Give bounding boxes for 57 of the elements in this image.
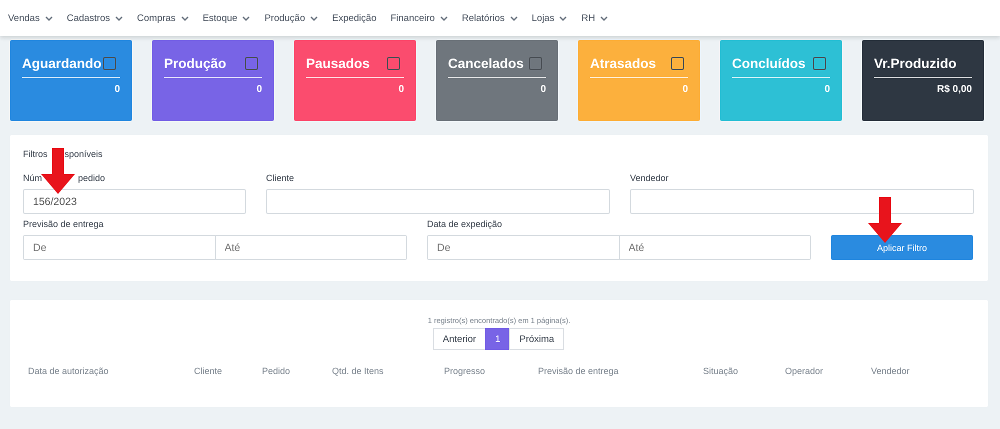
pagination-button[interactable]: Anterior	[432, 328, 486, 350]
order-number-field[interactable]: 156/2023	[23, 189, 246, 214]
card-value: 0	[398, 84, 404, 95]
field-label: Cliente	[266, 173, 296, 183]
nav-menu-item[interactable]: Estoque	[202, 12, 250, 24]
nav-menu-item[interactable]: Produção	[264, 12, 318, 24]
annotation-arrow-icon	[868, 197, 902, 243]
nav-menu-item[interactable]: Relatórios	[462, 12, 518, 24]
panel-title: sponíveis	[64, 149, 103, 159]
column-header: Operador	[785, 366, 824, 376]
nav-menu-item[interactable]: Vendas	[8, 12, 53, 24]
column-header: Situação	[703, 366, 740, 376]
pagination-button[interactable]: 1	[485, 328, 510, 350]
card-title: Vr.Produzido	[874, 56, 957, 70]
nav-menu-item[interactable]: Compras	[137, 12, 189, 24]
field-label: Vendedor	[630, 173, 670, 183]
card-title: Produção	[164, 56, 226, 70]
nav-menu-item[interactable]: Lojas	[532, 12, 568, 24]
card-value: 0	[824, 84, 830, 95]
field-label: pedido	[78, 173, 106, 183]
nav-menu-item[interactable]: RH	[581, 12, 608, 24]
card-title: Cancelados	[448, 56, 524, 70]
checkbox[interactable]	[387, 56, 400, 70]
seller-field[interactable]	[630, 189, 974, 214]
nav-menu-item[interactable]: Financeiro	[390, 12, 448, 24]
card-title: Atrasados	[590, 56, 656, 70]
card-title: Pausados	[306, 56, 370, 70]
nav-menu-item[interactable]: Expedição	[332, 12, 376, 24]
card-value: 0	[256, 84, 262, 95]
date-range-field[interactable]: De Até	[23, 235, 407, 260]
date-range-field[interactable]: De Até	[427, 235, 811, 260]
panel-title: Filtros	[23, 149, 48, 159]
checkbox[interactable]	[245, 56, 258, 70]
card-title: Aguardando	[22, 56, 102, 70]
checkbox[interactable]	[813, 56, 826, 70]
field-label: Núm	[23, 173, 42, 183]
column-header: Vendedor	[871, 366, 911, 376]
apply-filter-button[interactable]: Aplicar Filtro	[831, 235, 973, 260]
client-field[interactable]	[266, 189, 610, 214]
card-value: R$ 0,00	[936, 84, 972, 95]
field-label: Previsão de entrega	[23, 219, 105, 229]
checkbox[interactable]	[103, 56, 116, 70]
column-header: Cliente	[194, 366, 224, 376]
pagination-button[interactable]: Próxima	[509, 328, 564, 350]
nav-menu-item[interactable]: Cadastros	[66, 12, 124, 24]
card-value: 0	[540, 84, 546, 95]
card-title: Concluídos	[732, 56, 806, 70]
column-header: Qtd. de Itens	[332, 366, 385, 376]
column-header: Previsão de entrega	[538, 366, 620, 376]
column-header: Pedido	[262, 366, 292, 376]
field-label: Data de expedição	[427, 219, 504, 229]
card-value: 0	[114, 84, 120, 95]
checkbox[interactable]	[529, 56, 542, 70]
card-value: 0	[682, 84, 688, 95]
column-header: Progresso	[444, 366, 486, 376]
checkbox[interactable]	[671, 56, 684, 70]
column-header: Data de autorização	[28, 366, 110, 376]
